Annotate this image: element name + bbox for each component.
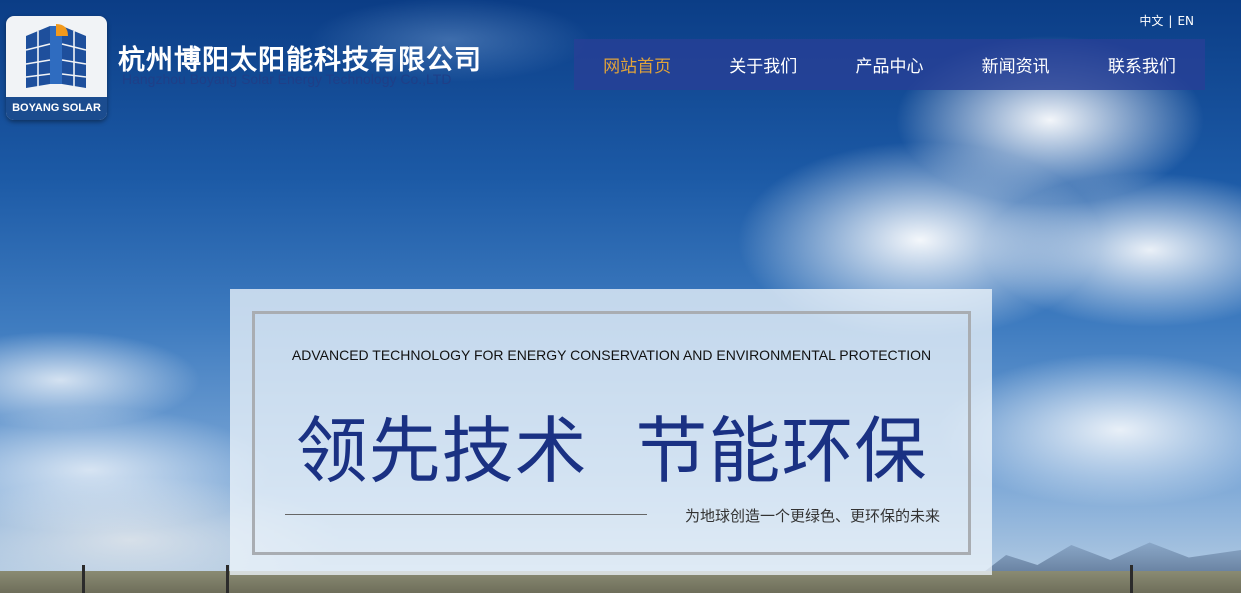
lang-cn-link[interactable]: 中文 xyxy=(1139,14,1163,28)
company-logo[interactable]: BOYANG SOLAR xyxy=(6,16,107,120)
nav-item-contact[interactable]: 联系我们 xyxy=(1104,52,1180,77)
lang-separator: | xyxy=(1168,14,1173,28)
lamp-pole xyxy=(226,565,229,593)
lamp-pole xyxy=(82,565,85,593)
banner-frame: ADVANCED TECHNOLOGY FOR ENERGY CONSERVAT… xyxy=(252,311,971,555)
nav-item-news[interactable]: 新闻资讯 xyxy=(978,52,1054,77)
lamp-pole xyxy=(1130,565,1133,593)
logo-text: BOYANG SOLAR xyxy=(6,97,107,120)
nav-item-about[interactable]: 关于我们 xyxy=(725,52,801,77)
lang-en-link[interactable]: EN xyxy=(1177,14,1194,28)
nav-item-products[interactable]: 产品中心 xyxy=(851,52,927,77)
solar-panel-icon xyxy=(25,24,87,88)
banner-tagline-en: ADVANCED TECHNOLOGY FOR ENERGY CONSERVAT… xyxy=(291,347,932,363)
main-nav: 网站首页 关于我们 产品中心 新闻资讯 联系我们 xyxy=(574,39,1205,90)
hero-banner: ADVANCED TECHNOLOGY FOR ENERGY CONSERVAT… xyxy=(230,289,992,575)
banner-subtitle: 为地球创造一个更绿色、更环保的未来 xyxy=(684,507,940,525)
company-name-en: Hangzhou Boyang Solar Energy Technology … xyxy=(122,71,452,87)
banner-divider xyxy=(285,514,647,515)
banner-slogan-cn: 领先技术 节能环保 xyxy=(295,409,928,493)
language-switcher: 中文 | EN xyxy=(1139,12,1194,29)
nav-item-home[interactable]: 网站首页 xyxy=(599,52,675,77)
